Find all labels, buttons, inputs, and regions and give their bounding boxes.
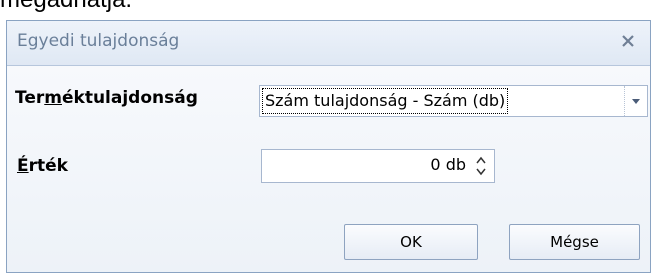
close-button[interactable] <box>616 29 640 53</box>
chevron-down-icon <box>632 98 640 104</box>
cancel-button[interactable]: Mégse <box>509 224 640 260</box>
value-spin-field[interactable]: 0 db <box>261 149 495 183</box>
value-label: Érték <box>17 156 68 176</box>
product-property-dropdown[interactable]: Szám tulajdonság - Szám (db) <box>259 85 648 117</box>
dialog-client-area: Terméktulajdonság Szám tulajdonság - Szá… <box>7 66 650 272</box>
ok-button[interactable]: OK <box>344 224 478 260</box>
product-property-selected-value: Szám tulajdonság - Szám (db) <box>261 88 509 114</box>
spin-updown-icon[interactable] <box>474 154 488 178</box>
dropdown-arrow-button[interactable] <box>624 86 647 116</box>
custom-property-dialog: Egyedi tulajdonság Terméktulajdonság Szá… <box>6 20 651 273</box>
close-icon <box>622 35 634 47</box>
product-property-label: Terméktulajdonság <box>15 88 198 108</box>
dialog-title: Egyedi tulajdonság <box>17 31 180 51</box>
value-field-text: 0 db <box>430 155 466 174</box>
dialog-titlebar: Egyedi tulajdonság <box>7 21 650 66</box>
page-caption-fragment: megadhatja. <box>0 0 132 12</box>
